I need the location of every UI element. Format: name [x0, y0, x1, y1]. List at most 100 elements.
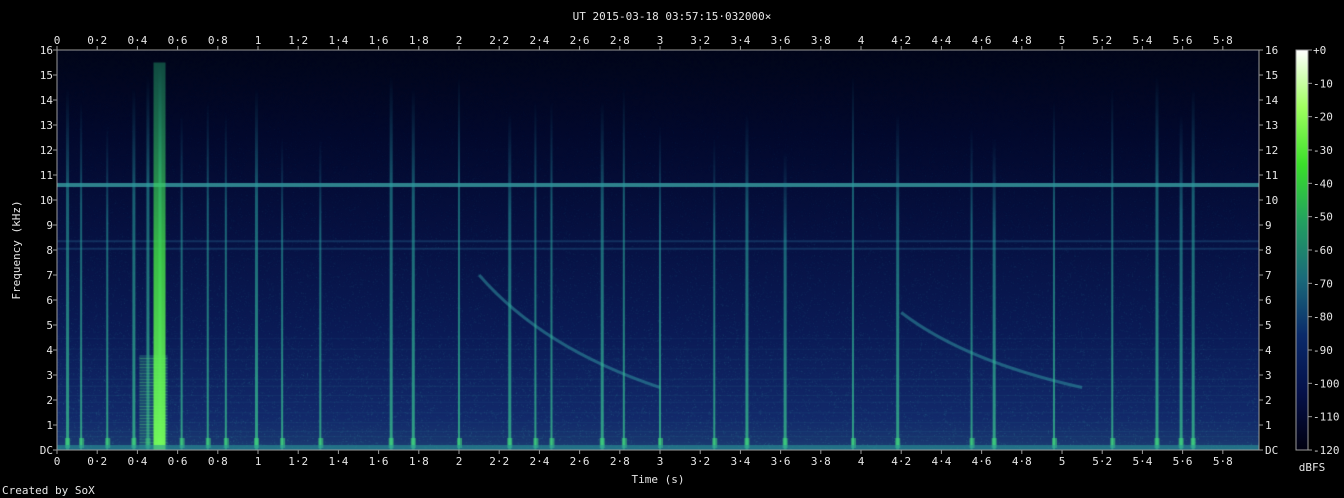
x-tick-top-label: 1·4 [328, 34, 348, 47]
colorbar-label: dBFS [1299, 461, 1326, 474]
x-tick-bottom-label: 1·4 [328, 455, 348, 468]
colorbar-tick-label: -100 [1313, 377, 1340, 390]
y-tick-left-label: DC [40, 444, 53, 457]
colorbar-tick-label: -40 [1313, 177, 1333, 190]
x-axis-top: 0 0·2 0·4 0·6 0·8 1 1·2 1·4 1·6 1·8 2 2·2 2·4 2·6 2·8 3… [54, 34, 1233, 50]
y-tick-left-label: 9 [46, 219, 53, 232]
x-tick-top-label: 2·6 [570, 34, 590, 47]
x-tick-bottom-label: 4 [858, 455, 865, 468]
x-tick-bottom-label: 0·8 [208, 455, 228, 468]
y-axis-left: DC12345678910111213141516 [40, 44, 57, 457]
x-tick-bottom-label: 3·8 [811, 455, 831, 468]
y-tick-left-label: 10 [40, 194, 53, 207]
x-tick-top-label: 2·8 [610, 34, 630, 47]
y-tick-left-label: 16 [40, 44, 53, 57]
x-tick-bottom-label: 0·2 [87, 455, 107, 468]
x-tick-bottom-label: 4·4 [931, 455, 951, 468]
x-tick-top-label: 1·8 [409, 34, 429, 47]
x-tick-top-label: 5·2 [1092, 34, 1112, 47]
x-tick-bottom-label: 2·6 [570, 455, 590, 468]
x-tick-bottom-label: 5·6 [1173, 455, 1193, 468]
y-tick-right-label: 4 [1265, 344, 1272, 357]
y-tick-left-label: 5 [46, 319, 53, 332]
x-tick-top-label: 4 [858, 34, 865, 47]
y-tick-left-label: 4 [46, 344, 53, 357]
x-tick-top-label: 1·2 [288, 34, 308, 47]
x-tick-top-label: 5·4 [1132, 34, 1152, 47]
x-tick-top-label: 1·6 [369, 34, 389, 47]
colorbar-tick-label: -60 [1313, 244, 1333, 257]
x-tick-bottom-label: 4·6 [972, 455, 992, 468]
y-tick-left-label: 7 [46, 269, 53, 282]
x-tick-bottom-label: 0·4 [127, 455, 147, 468]
x-tick-top-label: 5·6 [1173, 34, 1193, 47]
x-tick-top-label: 0 [54, 34, 61, 47]
y-tick-right-label: 10 [1265, 194, 1278, 207]
colorbar-tick-label: -120 [1313, 444, 1340, 457]
x-tick-top-label: 4·4 [931, 34, 951, 47]
x-tick-bottom-label: 5·2 [1092, 455, 1112, 468]
x-tick-top-label: 0·4 [127, 34, 147, 47]
y-tick-right-label: 13 [1265, 119, 1278, 132]
colorbar-tick-label: -90 [1313, 344, 1333, 357]
x-tick-bottom-label: 2·4 [529, 455, 549, 468]
x-tick-top-label: 4·8 [1012, 34, 1032, 47]
x-tick-bottom-label: 0 [54, 455, 61, 468]
x-tick-bottom-label: 1·6 [369, 455, 389, 468]
chart-title: UT 2015-03-18 03:57:15·032000× [573, 10, 772, 23]
x-tick-bottom-label: 5 [1059, 455, 1066, 468]
colorbar-tick-label: -20 [1313, 111, 1333, 124]
x-tick-top-label: 3·2 [690, 34, 710, 47]
y-tick-right-label: 15 [1265, 69, 1278, 82]
x-tick-bottom-label: 0·6 [168, 455, 188, 468]
colorbar-tick-label: -30 [1313, 144, 1333, 157]
y-axis-label: Frequency (kHz) [10, 200, 23, 299]
y-tick-right-label: 6 [1265, 294, 1272, 307]
y-tick-left-label: 13 [40, 119, 53, 132]
x-tick-top-label: 3 [657, 34, 664, 47]
colorbar-ticks: +0 -10 -20 -30 -40 -50 -60 -70 -80 -90 -100 -110 -12… [1308, 44, 1340, 457]
y-tick-right-label: 7 [1265, 269, 1272, 282]
x-tick-bottom-label: 1·2 [288, 455, 308, 468]
x-tick-bottom-label: 4·8 [1012, 455, 1032, 468]
y-tick-right-label: 5 [1265, 319, 1272, 332]
y-tick-right-label: 12 [1265, 144, 1278, 157]
y-tick-right-label: 1 [1265, 419, 1272, 432]
colorbar: +0 -10 -20 -30 -40 -50 -60 -70 -80 -90 -100 -110 -12… [1295, 44, 1340, 474]
colorbar-tick-label: -70 [1313, 277, 1333, 290]
x-tick-top-label: 3·8 [811, 34, 831, 47]
y-tick-left-label: 14 [40, 94, 54, 107]
y-tick-left-label: 2 [46, 394, 53, 407]
x-tick-top-label: 2·4 [529, 34, 549, 47]
x-axis-bottom: 0 0·2 0·4 0·6 0·8 1 1·2 1·4 1·6 1·8 2 2·2 2·4 2·6 2·8 3… [54, 450, 1233, 468]
plot-frame [56, 49, 1260, 451]
y-tick-right-label: 16 [1265, 44, 1278, 57]
x-tick-bottom-label: 4·2 [891, 455, 911, 468]
x-tick-bottom-label: 3·2 [690, 455, 710, 468]
y-tick-right-label: 2 [1265, 394, 1272, 407]
x-tick-bottom-label: 5·4 [1132, 455, 1152, 468]
x-tick-bottom-label: 3·4 [730, 455, 750, 468]
colorbar-tick-label: -50 [1313, 211, 1333, 224]
x-tick-top-label: 0·8 [208, 34, 228, 47]
x-tick-bottom-label: 2 [456, 455, 463, 468]
x-tick-top-label: 4·2 [891, 34, 911, 47]
x-tick-top-label: 0·6 [168, 34, 188, 47]
x-tick-bottom-label: 1·8 [409, 455, 429, 468]
x-tick-top-label: 3·6 [771, 34, 791, 47]
x-tick-top-label: 5 [1059, 34, 1066, 47]
y-tick-right-label: 9 [1265, 219, 1272, 232]
y-tick-right-label: 14 [1265, 94, 1279, 107]
x-tick-top-label: 1 [255, 34, 262, 47]
y-tick-left-label: 11 [40, 169, 53, 182]
x-tick-top-label: 0·2 [87, 34, 107, 47]
y-tick-right-label: 11 [1265, 169, 1278, 182]
x-tick-top-label: 2 [456, 34, 463, 47]
y-tick-left-label: 15 [40, 69, 53, 82]
y-tick-left-label: 12 [40, 144, 53, 157]
x-tick-top-label: 2·2 [489, 34, 509, 47]
y-tick-right-label: DC [1265, 444, 1278, 457]
x-tick-bottom-label: 2·2 [489, 455, 509, 468]
x-tick-top-label: 3·4 [730, 34, 750, 47]
y-axis-right: DC12345678910111213141516 [1259, 44, 1279, 457]
